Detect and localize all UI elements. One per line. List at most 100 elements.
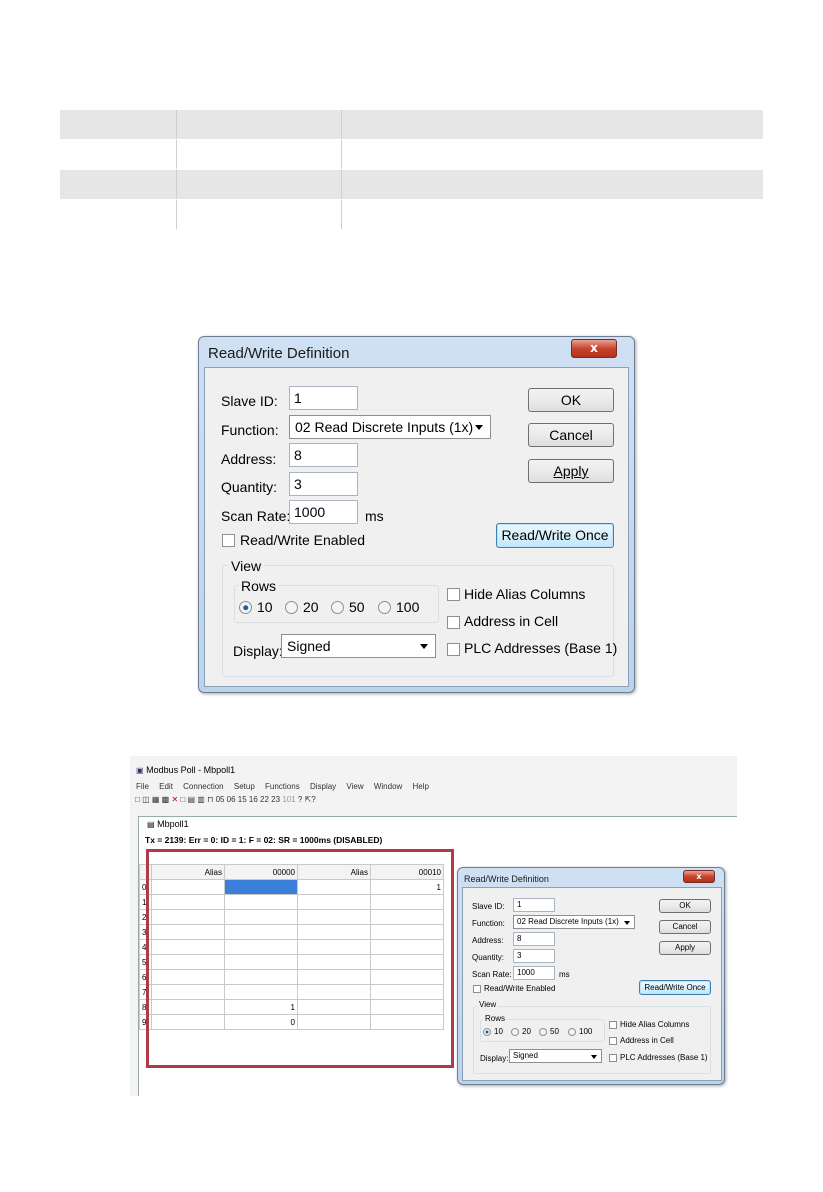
scan-rate-input[interactable]: 1000 [513, 966, 555, 980]
open-icon[interactable]: ◫ [142, 795, 150, 804]
menu-window[interactable]: Window [374, 782, 402, 791]
function-label: Function: [472, 919, 505, 928]
rows-radio-20[interactable] [511, 1028, 519, 1036]
display-value: Signed [287, 638, 331, 654]
help-icon[interactable]: ? [298, 795, 302, 804]
address-input[interactable]: 8 [289, 443, 358, 467]
apply-button[interactable]: Apply [528, 459, 614, 483]
quantity-input[interactable]: 3 [513, 949, 555, 963]
rows-label-20: 20 [522, 1027, 531, 1036]
rw-definition-dialog: Read/Write Definition x Slave ID: 1 Func… [198, 336, 635, 693]
dialog-body-small: Slave ID: 1 Function: 02 Read Discrete I… [462, 887, 722, 1081]
app-icon: ▣ [136, 766, 144, 775]
ok-button[interactable]: OK [528, 388, 614, 412]
close-icon: x [696, 872, 702, 881]
document-icon: ▤ [147, 820, 155, 829]
address-in-cell-checkbox[interactable] [609, 1037, 617, 1045]
menu-connection[interactable]: Connection [183, 782, 223, 791]
dialog-title-small: Read/Write Definition [464, 874, 549, 884]
plc-addresses-label: PLC Addresses (Base 1) [620, 1053, 708, 1062]
menu-file[interactable]: File [136, 782, 149, 791]
menu-functions[interactable]: Functions [265, 782, 300, 791]
toolbar: □ ◫ ▦ ▩ ✕ □ ▤ ▥ ⊓ 05 06 15 16 22 23 101 … [135, 795, 735, 810]
rows-radio-10[interactable] [239, 601, 252, 614]
close-button[interactable]: x [571, 339, 617, 358]
rows-radio-50[interactable] [539, 1028, 547, 1036]
menu-help[interactable]: Help [413, 782, 429, 791]
scan-rate-label: Scan Rate: [472, 970, 512, 979]
print-icon[interactable]: ▩ [162, 795, 170, 804]
slave-id-input[interactable]: 1 [513, 898, 555, 912]
save-icon[interactable]: ▦ [152, 795, 160, 804]
rows-radio-100[interactable] [378, 601, 391, 614]
hide-alias-checkbox[interactable] [609, 1021, 617, 1029]
ok-button[interactable]: OK [659, 899, 711, 913]
slave-id-input[interactable]: 1 [289, 386, 358, 410]
rw-enabled-checkbox[interactable] [473, 985, 481, 993]
chevron-down-icon [420, 644, 428, 649]
menu-setup[interactable]: Setup [234, 782, 255, 791]
quantity-input[interactable]: 3 [289, 472, 358, 496]
rw-enabled-checkbox[interactable] [222, 534, 235, 547]
connect-icon[interactable]: ▤ [187, 795, 195, 804]
window-icon[interactable]: □ [180, 795, 185, 804]
scan-rate-unit: ms [559, 970, 570, 979]
scan-rate-label: Scan Rate: [221, 508, 291, 524]
function-codes[interactable]: 05 06 15 16 22 23 [216, 795, 281, 804]
rows-label-100: 100 [579, 1027, 593, 1036]
display-select[interactable]: Signed [509, 1049, 602, 1063]
rw-definition-dialog-small: Read/Write Definition x Slave ID: 1 Func… [457, 867, 725, 1085]
address-in-cell-label: Address in Cell [620, 1036, 674, 1045]
hide-alias-checkbox[interactable] [447, 588, 460, 601]
rows-label-10: 10 [257, 599, 273, 615]
chevron-down-icon [591, 1055, 597, 1059]
menu-edit[interactable]: Edit [159, 782, 173, 791]
delete-icon[interactable]: ✕ [171, 795, 178, 804]
new-icon[interactable]: □ [135, 795, 140, 804]
plc-addresses-checkbox[interactable] [447, 643, 460, 656]
hide-alias-label: Hide Alias Columns [620, 1020, 690, 1029]
function-select[interactable]: 02 Read Discrete Inputs (1x) [289, 415, 491, 439]
chevron-down-icon [624, 921, 630, 925]
document-title: ▤ Mbpoll1 [147, 819, 189, 829]
rows-label-100: 100 [396, 599, 420, 615]
top-table [60, 110, 763, 230]
rows-radio-50[interactable] [331, 601, 344, 614]
function-select[interactable]: 02 Read Discrete Inputs (1x) [513, 915, 635, 929]
rows-radio-20[interactable] [285, 601, 298, 614]
function-value: 02 Read Discrete Inputs (1x) [517, 917, 619, 926]
rows-group-label: Rows [239, 578, 279, 594]
function-label: Function: [221, 422, 279, 438]
menu-view[interactable]: View [346, 782, 363, 791]
menu-bar: File Edit Connection Setup Functions Dis… [136, 782, 437, 791]
toolbar-101[interactable]: 101 [282, 795, 295, 804]
chevron-down-icon [475, 425, 483, 430]
rows-radio-100[interactable] [568, 1028, 576, 1036]
slave-id-label: Slave ID: [221, 393, 278, 409]
rw-once-button[interactable]: Read/Write Once [496, 523, 614, 548]
close-icon: x [590, 341, 598, 355]
rw-once-button[interactable]: Read/Write Once [639, 980, 711, 995]
apply-button[interactable]: Apply [659, 941, 711, 955]
context-help-icon[interactable]: ⇱? [305, 795, 316, 804]
address-label: Address: [472, 936, 504, 945]
rw-enabled-label: Read/Write Enabled [240, 532, 366, 548]
slave-id-label: Slave ID: [472, 902, 505, 911]
rows-label-10: 10 [494, 1027, 503, 1036]
address-input[interactable]: 8 [513, 932, 555, 946]
scan-rate-input[interactable]: 1000 [289, 500, 358, 524]
display-select[interactable]: Signed [281, 634, 436, 658]
display-value: Signed [513, 1051, 538, 1060]
plc-addresses-checkbox[interactable] [609, 1054, 617, 1062]
disconnect-icon[interactable]: ▥ [197, 795, 205, 804]
pulse-icon[interactable]: ⊓ [207, 795, 213, 804]
address-label: Address: [221, 451, 277, 467]
menu-display[interactable]: Display [310, 782, 336, 791]
highlight-box [146, 849, 454, 1068]
address-in-cell-checkbox[interactable] [447, 616, 460, 629]
cancel-button[interactable]: Cancel [528, 423, 614, 447]
close-button-small[interactable]: x [683, 870, 715, 883]
window-title-text: Modbus Poll - Mbpoll1 [146, 765, 236, 775]
rows-radio-10[interactable] [483, 1028, 491, 1036]
cancel-button[interactable]: Cancel [659, 920, 711, 934]
